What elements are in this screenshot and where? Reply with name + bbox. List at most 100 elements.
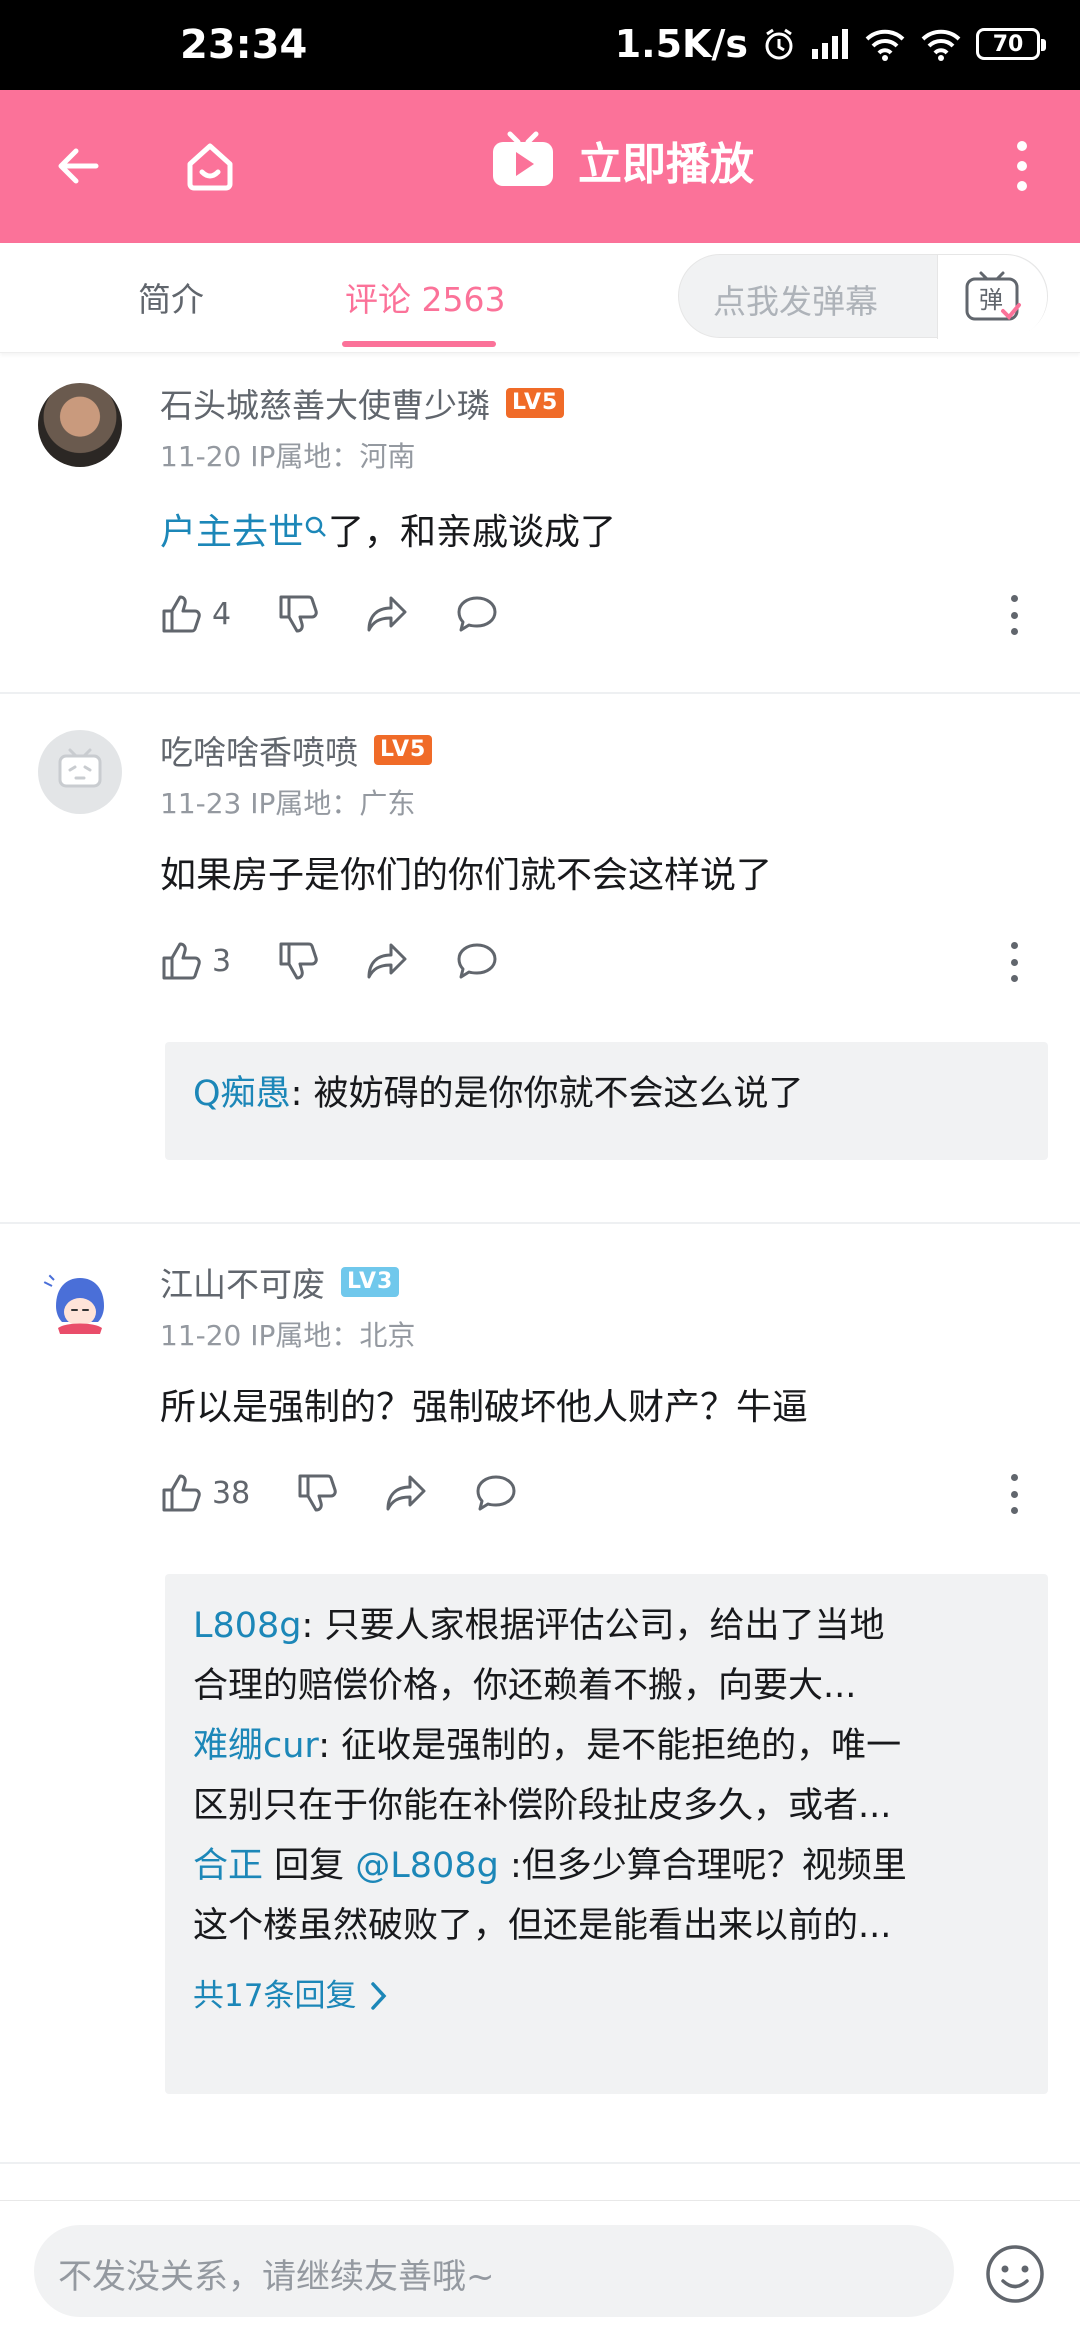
danmaku-toggle-button[interactable]: 弹: [937, 255, 1047, 339]
thumbs-up-icon: [162, 1474, 201, 1512]
like-count: 3: [212, 943, 232, 979]
play-now-button[interactable]: 立即播放: [490, 128, 754, 192]
signal-icon: [812, 29, 848, 59]
dislike-button[interactable]: [277, 940, 319, 982]
divider: [0, 1222, 1080, 1224]
comment-more-button[interactable]: [1004, 1474, 1024, 1514]
comment-bubble-icon: [476, 1475, 516, 1511]
tab-intro[interactable]: 简介: [138, 273, 204, 321]
comment-content: 所以是强制的？强制破坏他人财产？牛逼: [160, 1387, 809, 1428]
comment-item: 吃啥啥香喷喷 LV5 11-23 IP属地：广东 如果房子是你们的你们就不会这样…: [0, 700, 1080, 1220]
status-time: 23:34: [180, 22, 308, 68]
divider: [0, 2162, 1080, 2164]
reply-text: : 征收是强制的，是不能拒绝的，唯一: [318, 1726, 902, 1766]
reply-button[interactable]: [474, 1473, 518, 1513]
comment-input[interactable]: 不发没关系，请继续友善哦~: [34, 2225, 954, 2317]
thumbs-down-icon: [279, 595, 318, 633]
comment-meta: 11-20 IP属地：北京: [160, 1319, 416, 1352]
comment-user: 江山不可废 LV3: [160, 1258, 400, 1306]
reply-text: : 被妨碍的是你你就不会这么说了: [290, 1074, 804, 1114]
danmaku-input[interactable]: 点我发弹幕 弹: [678, 254, 1048, 339]
thumbs-up-icon: [162, 942, 201, 980]
chevron-right-icon: [371, 1982, 387, 2010]
comment-content: 户主去世 了，和亲戚谈成了: [160, 507, 616, 559]
home-button[interactable]: [170, 126, 250, 206]
danmaku-placeholder: 点我发弹幕: [713, 282, 878, 321]
back-button[interactable]: [38, 126, 118, 206]
comment-bubble-icon: [457, 596, 497, 632]
like-count: 4: [212, 596, 232, 632]
reply-line: Q痴愚: 被妨碍的是你你就不会这么说了: [193, 1064, 1020, 1124]
username[interactable]: 吃啥啥香喷喷: [160, 726, 358, 774]
dislike-button[interactable]: [277, 593, 319, 635]
share-button[interactable]: [365, 594, 409, 634]
thumbs-down-icon: [279, 942, 318, 980]
comment-item: 石头城慈善大使曹少璘 LV5 11-20 IP属地：河南 户主去世 了，和亲戚谈成…: [0, 353, 1080, 693]
like-count: 38: [212, 1475, 251, 1511]
reply-line: 难绷cur: 征收是强制的，是不能拒绝的，唯一: [193, 1716, 1020, 1776]
search-keyword-link[interactable]: 户主去世: [160, 512, 304, 553]
status-bar: 23:34 1.5K/s 70: [0, 0, 1080, 90]
reply-count-label: 共17条回复: [193, 1978, 357, 2014]
more-menu-button[interactable]: [982, 126, 1062, 206]
svg-text:弹: 弹: [979, 286, 1003, 314]
play-now-label: 立即播放: [578, 139, 754, 190]
reply-text: :但多少算合理呢？视频里: [498, 1846, 907, 1886]
username[interactable]: 江山不可废: [160, 1258, 325, 1306]
share-icon: [386, 1475, 426, 1511]
avatar[interactable]: [38, 1262, 122, 1346]
thumbs-up-icon: [162, 595, 201, 633]
avatar[interactable]: [38, 730, 122, 814]
reply-username[interactable]: L808g: [193, 1606, 302, 1646]
reply-word: 回复: [263, 1846, 356, 1886]
like-button[interactable]: 4: [160, 593, 231, 635]
bottom-comment-bar: 不发没关系，请继续友善哦~: [0, 2200, 1080, 2340]
comment-actions: 38: [160, 1472, 564, 1514]
default-avatar-icon: [58, 748, 102, 788]
top-bar: 立即播放: [0, 90, 1080, 243]
tab-comments[interactable]: 评论 2563: [345, 273, 505, 321]
comment-user: 吃啥啥香喷喷 LV5: [160, 726, 433, 774]
comment-more-button[interactable]: [1004, 595, 1024, 635]
reply-line: 合理的赔偿价格，你还赖着不搬，向要大...: [193, 1666, 857, 1706]
comment-content: 如果房子是你们的你们就不会这样说了: [160, 855, 773, 896]
reply-username[interactable]: 合正: [193, 1846, 263, 1886]
share-button[interactable]: [384, 1473, 428, 1513]
back-arrow-icon: [58, 148, 99, 184]
comment-meta: 11-23 IP属地：广东: [160, 787, 416, 820]
reply-line: L808g: 只要人家根据评估公司，给出了当地: [193, 1596, 1020, 1656]
username[interactable]: 石头城慈善大使曹少璘: [160, 379, 490, 427]
comment-actions: 4: [160, 593, 545, 635]
comment-more-button[interactable]: [1004, 942, 1024, 982]
alarm-icon: [765, 28, 793, 60]
view-all-replies-link[interactable]: 共17条回复: [193, 1966, 1020, 2026]
like-button[interactable]: 3: [160, 940, 231, 982]
share-icon: [367, 596, 407, 632]
reply-preview-box[interactable]: Q痴愚: 被妨碍的是你你就不会这么说了: [165, 1042, 1048, 1160]
tab-active-indicator: [342, 341, 496, 347]
battery-indicator: 70: [976, 28, 1046, 60]
reply-text: : 只要人家根据评估公司，给出了当地: [301, 1606, 885, 1646]
comment-input-placeholder: 不发没关系，请继续友善哦~: [58, 2257, 495, 2297]
emoji-button[interactable]: [984, 2243, 1046, 2305]
reply-preview-box[interactable]: L808g: 只要人家根据评估公司，给出了当地 合理的赔偿价格，你还赖着不搬，向…: [165, 1574, 1048, 2094]
comment-text: 了，和亲戚谈成了: [328, 512, 617, 553]
mention-link[interactable]: @L808g: [355, 1846, 499, 1886]
tv-play-icon: [493, 131, 553, 186]
status-indicators: 1.5K/s 70: [615, 22, 1046, 66]
home-icon: [187, 143, 233, 191]
anime-girl-avatar-icon: [43, 1271, 104, 1334]
level-badge: LV5: [374, 735, 433, 765]
reply-button[interactable]: [455, 941, 499, 981]
share-button[interactable]: [365, 941, 409, 981]
thumbs-down-icon: [298, 1474, 337, 1512]
reply-username[interactable]: 难绷cur: [193, 1726, 318, 1766]
dislike-button[interactable]: [296, 1472, 338, 1514]
like-button[interactable]: 38: [160, 1472, 250, 1514]
share-icon: [367, 943, 407, 979]
avatar[interactable]: [38, 383, 122, 467]
reply-line: 合正 回复 @L808g :但多少算合理呢？视频里: [193, 1836, 1020, 1896]
reply-username[interactable]: Q痴愚: [193, 1074, 291, 1114]
search-icon: [305, 516, 326, 537]
reply-button[interactable]: [455, 594, 499, 634]
